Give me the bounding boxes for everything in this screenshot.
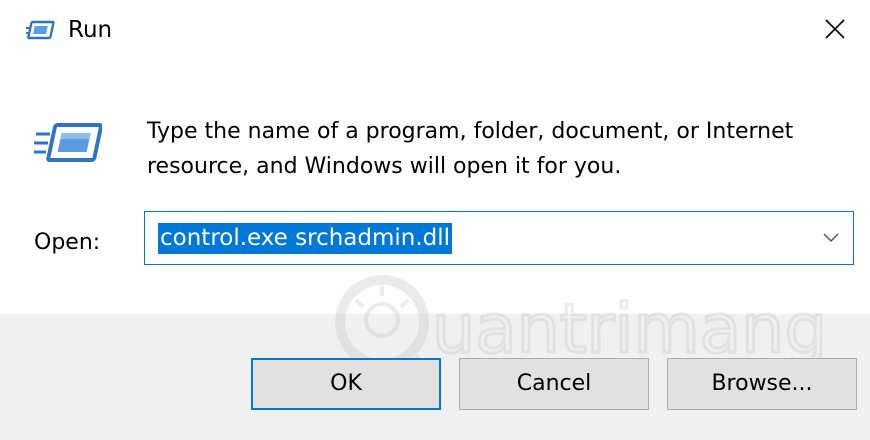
run-icon: [34, 123, 102, 162]
run-description: Type the name of a program, folder, docu…: [147, 119, 794, 179]
chevron-down-icon: [823, 233, 839, 243]
close-button[interactable]: [800, 0, 870, 58]
ok-button[interactable]: OK: [251, 358, 441, 410]
window-title: Run: [68, 17, 113, 43]
cancel-button[interactable]: Cancel: [459, 358, 649, 410]
title-bar[interactable]: Run: [0, 0, 870, 64]
open-input[interactable]: control.exe srchadmin.dll: [158, 223, 453, 254]
open-combobox[interactable]: control.exe srchadmin.dll: [144, 211, 854, 265]
open-label: Open:: [34, 230, 101, 255]
run-icon: [26, 20, 55, 40]
dropdown-button[interactable]: [809, 212, 853, 264]
browse-button[interactable]: Browse...: [667, 358, 857, 410]
close-icon: [825, 19, 845, 39]
